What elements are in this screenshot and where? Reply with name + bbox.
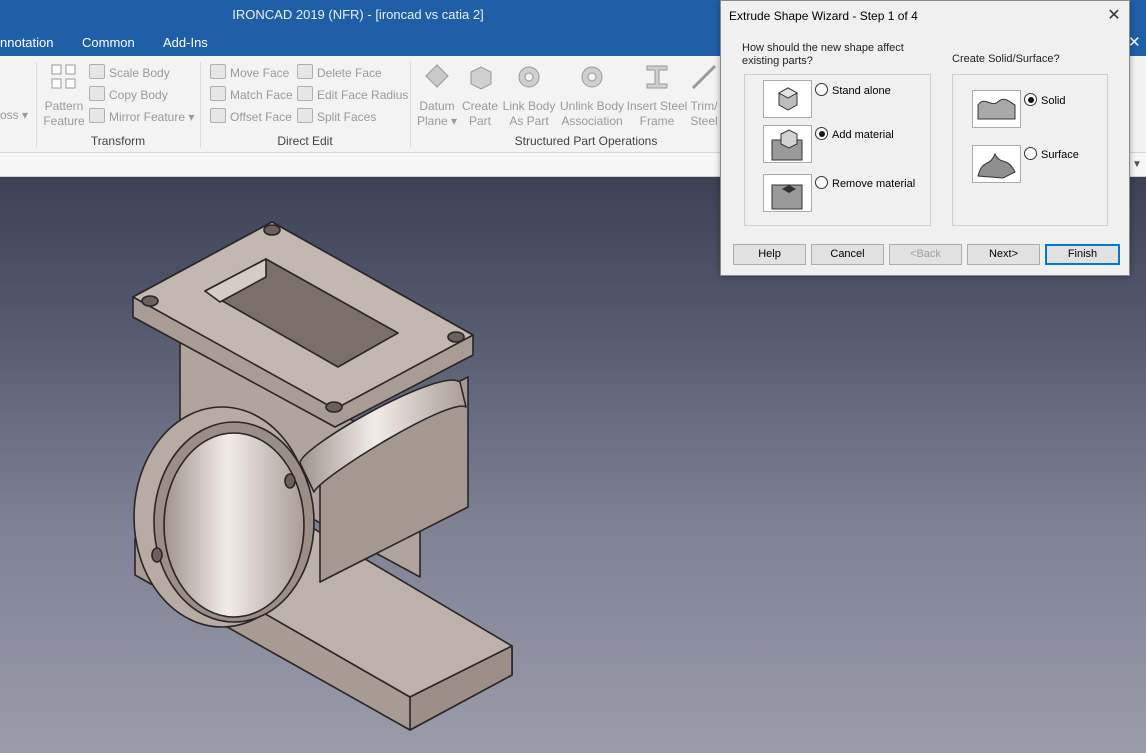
create-part-icon [470,66,492,90]
solid-question-label: Create Solid/Surface? [952,53,1060,65]
surface-thumbnail [972,145,1021,183]
mirror-feature-button[interactable]: Mirror Feature ▾ [89,108,194,126]
copy-icon [89,86,105,101]
solid-radio[interactable]: Solid [1024,93,1065,107]
mirror-icon [89,108,105,123]
insert-steel-frame-button[interactable]: Insert Steel Frame [626,62,688,129]
close-icon[interactable]: ✕ [1105,5,1123,25]
stand-alone-icon [777,87,799,111]
pattern-feature-button[interactable]: Pattern Feature [42,62,86,129]
dialog-title: Extrude Shape Wizard - Step 1 of 4 [729,9,918,23]
extrude-shape-wizard-dialog: Extrude Shape Wizard - Step 1 of 4 ✕ How… [720,0,1130,276]
part-geometry [132,221,513,731]
group-label-structured: Structured Part Operations [514,134,658,148]
scale-icon [89,64,105,79]
window-title: IRONCAD 2019 (NFR) - [ironcad vs catia 2… [232,7,484,22]
move-face-icon [210,64,226,79]
move-face-button[interactable]: Move Face [210,64,289,82]
match-face-button[interactable]: Match Face [210,86,293,104]
solid-icon [977,98,1016,120]
delete-face-icon [297,64,313,79]
finish-button[interactable]: Finish [1045,244,1120,265]
partial-ribbon-item[interactable]: oss ▾ [0,108,28,126]
edit-face-radius-button[interactable]: Edit Face Radius [297,86,408,104]
remove-material-icon [771,184,803,210]
copy-body-button[interactable]: Copy Body [89,86,168,104]
radio-off-icon [815,176,828,189]
pattern-icon [51,64,76,89]
next-button[interactable]: Next> [967,244,1040,265]
face-radius-icon [297,86,313,101]
stand-alone-radio[interactable]: Stand alone [815,83,891,97]
surface-icon [977,152,1016,179]
delete-face-button[interactable]: Delete Face [297,64,382,82]
unlink-body-button[interactable]: Unlink Body Association [558,62,626,129]
group-label-transform: Transform [90,134,146,148]
offset-face-button[interactable]: Offset Face [210,108,292,126]
back-button[interactable]: <Back [889,244,962,265]
split-faces-icon [297,108,313,123]
add-material-icon [771,129,803,161]
stand-alone-thumbnail [763,80,812,118]
radio-off-icon [815,83,828,96]
add-material-thumbnail [763,125,812,163]
add-material-radio[interactable]: Add material [815,127,894,141]
link-body-button[interactable]: Link Body As Part [500,62,558,129]
radio-on-icon [1024,93,1037,106]
trim-steel-icon [691,64,717,90]
match-face-icon [210,86,226,101]
solid-thumbnail [972,90,1021,128]
help-button[interactable]: Help [733,244,806,265]
remove-material-radio[interactable]: Remove material [815,176,915,190]
offset-face-icon [210,108,226,123]
radio-off-icon [1024,147,1037,160]
surface-radio[interactable]: Surface [1024,147,1079,161]
scale-body-button[interactable]: Scale Body [89,64,170,82]
parts-question-label: How should the new shape affect existing… [742,42,904,67]
split-faces-button[interactable]: Split Faces [297,108,376,126]
radio-on-icon [815,127,828,140]
unlink-body-icon [581,66,603,88]
link-body-icon [518,66,540,88]
steel-beam-icon [646,65,668,89]
datum-plane-button[interactable]: Datum Plane ▾ [414,62,460,129]
create-part-button[interactable]: Create Part [460,62,500,129]
remove-material-thumbnail [763,174,812,212]
tab-annotation[interactable]: nnotation [0,35,54,50]
group-label-direct-edit: Direct Edit [277,134,333,148]
tab-common[interactable]: Common [82,35,135,50]
tab-add-ins[interactable]: Add-Ins [163,35,208,50]
chevron-down-icon[interactable]: ▼ [1132,159,1142,170]
cancel-button[interactable]: Cancel [811,244,884,265]
datum-plane-icon [425,64,449,88]
trim-steel-button[interactable]: Trim/Steel [688,62,720,129]
